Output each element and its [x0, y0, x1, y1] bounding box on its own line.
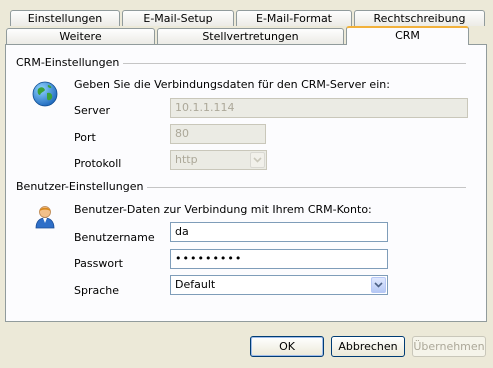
server-label: Server [74, 104, 111, 117]
username-label: Benutzername [74, 231, 155, 244]
server-field[interactable]: 10.1.1.114 [170, 98, 468, 118]
crm-group-title: CRM-Einstellungen [16, 56, 124, 69]
language-select[interactable]: Default [170, 275, 388, 295]
password-field[interactable]: ••••••••• [170, 249, 388, 269]
crm-description: Geben Sie die Verbindungsdaten für den C… [74, 78, 390, 91]
tab-weitere[interactable]: Weitere [6, 28, 155, 44]
crm-group-divider [106, 63, 466, 64]
cancel-button[interactable]: Abbrechen [331, 336, 405, 357]
username-field[interactable]: da [170, 222, 388, 242]
tab-crm[interactable]: CRM [346, 26, 469, 45]
tab-einstellungen[interactable]: Einstellungen [10, 10, 120, 26]
tab-stellvertretungen[interactable]: Stellvertretungen [157, 28, 344, 44]
globe-icon [32, 81, 58, 107]
protocol-select[interactable]: http [170, 150, 267, 170]
apply-button[interactable]: Übernehmen [412, 336, 486, 357]
password-label: Passwort [74, 257, 123, 270]
language-label: Sprache [74, 284, 120, 297]
port-field[interactable]: 80 [170, 124, 266, 144]
port-label: Port [74, 131, 96, 144]
tab-email-format[interactable]: E-Mail-Format [236, 10, 352, 26]
ok-button[interactable]: OK [250, 336, 324, 357]
protocol-label: Protokoll [74, 157, 122, 170]
user-group-title: Benutzer-Einstellungen [16, 180, 148, 193]
chevron-down-icon[interactable] [250, 152, 265, 168]
crm-settings-panel: CRM-Einstellungen Geben Sie die Verbindu… [5, 44, 487, 322]
tab-email-setup[interactable]: E-Mail-Setup [122, 10, 234, 26]
user-group-divider [136, 187, 466, 188]
language-value: Default [175, 278, 216, 291]
protocol-value: http [175, 153, 198, 166]
user-icon [34, 203, 56, 229]
chevron-down-icon[interactable] [371, 277, 386, 293]
tab-rechtschreibung[interactable]: Rechtschreibung [354, 10, 485, 26]
user-description: Benutzer-Daten zur Verbindung mit Ihrem … [74, 203, 372, 216]
